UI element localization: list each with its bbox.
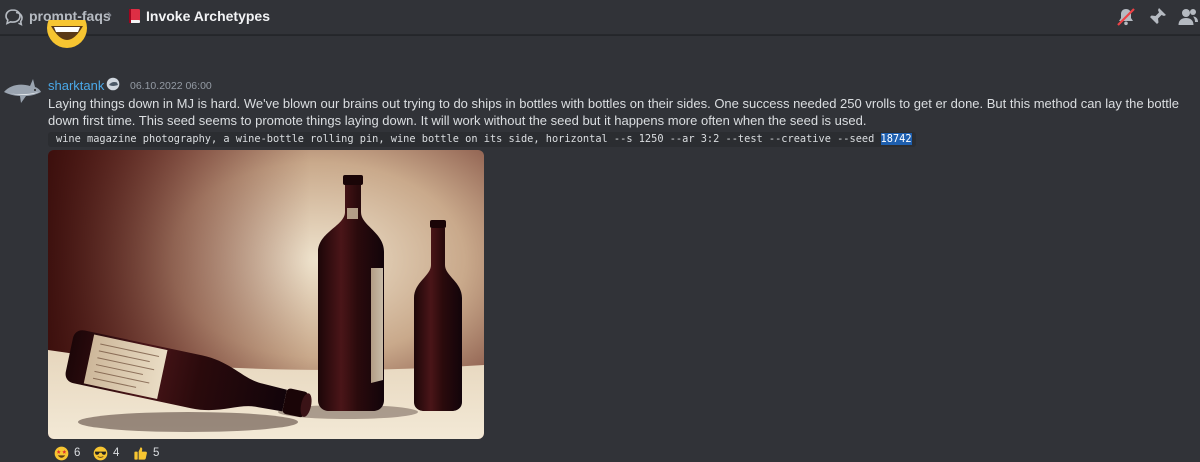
message-timestamp: 06.10.2022 06:00: [130, 80, 212, 92]
author-name[interactable]: sharktank: [48, 78, 104, 93]
reaction-count: 6: [74, 447, 81, 459]
selected-seed-text: 18742: [880, 133, 912, 145]
breadcrumb-separator: ›: [107, 6, 112, 23]
grinning-emoji-icon: [46, 20, 88, 58]
reaction-count: 4: [113, 447, 120, 459]
notifications-muted-icon[interactable]: [1115, 6, 1137, 28]
pin-icon[interactable]: [1146, 6, 1168, 28]
red-book-icon: [129, 9, 140, 23]
inline-code-prompt: wine magazine photography, a wine-bottle…: [48, 132, 916, 147]
shark-avatar[interactable]: [2, 74, 42, 108]
reaction-sunglasses[interactable]: 4: [93, 444, 119, 462]
reaction-thumbs-up[interactable]: 5: [133, 444, 159, 462]
image-attachment[interactable]: [48, 150, 484, 439]
threads-icon[interactable]: [4, 7, 24, 27]
member-list-icon[interactable]: [1177, 6, 1199, 28]
shark-badge-icon: [106, 77, 120, 91]
message-text: Laying things down in MJ is hard. We've …: [48, 96, 1179, 128]
wine-bottles-image: [48, 150, 484, 439]
sunglasses-emoji-icon: [93, 446, 108, 460]
star-struck-emoji-icon: [54, 446, 69, 460]
reaction-count: 5: [153, 447, 160, 459]
code-text: wine magazine photography, a wine-bottle…: [56, 133, 881, 145]
reaction-star-struck[interactable]: 6: [54, 444, 80, 462]
channel-header: prompt-faqs › Invoke Archetypes: [0, 0, 1200, 35]
thread-title: Invoke Archetypes: [146, 8, 270, 24]
thumbs-up-emoji-icon: [134, 446, 147, 460]
